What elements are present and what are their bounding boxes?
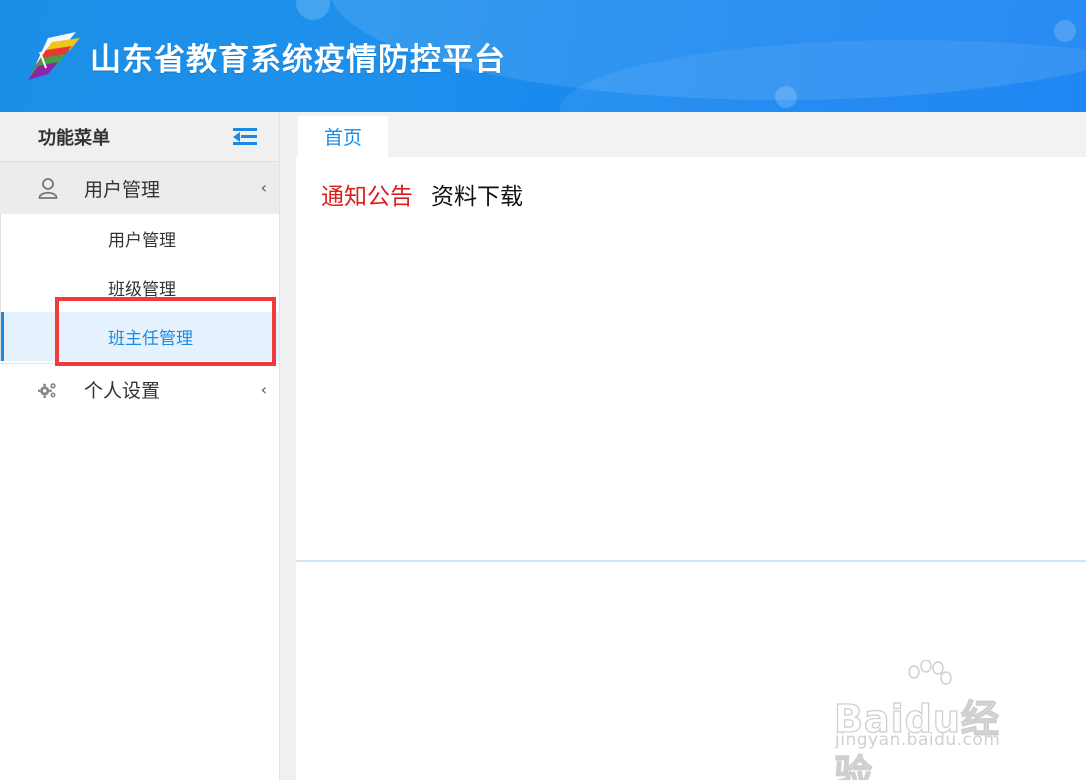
sidebar-item-head-teacher-management[interactable]: 班主任管理 xyxy=(1,312,279,361)
site-title: 山东省教育系统疫情防控平台 xyxy=(90,42,506,78)
sidebar: 功能菜单 用户管理 ‹ 用户管理 班级管理 班主任管理 个人设置 ‹ xyxy=(0,112,280,780)
chevron-left-icon: ‹ xyxy=(260,380,267,399)
menu-title: 功能菜单 xyxy=(38,127,110,149)
sidebar-group-user-management[interactable]: 用户管理 ‹ xyxy=(0,162,279,214)
menu-collapse-icon[interactable] xyxy=(233,127,257,146)
user-icon xyxy=(38,178,58,199)
sidebar-item-user-management[interactable]: 用户管理 xyxy=(1,214,279,263)
logo-icon xyxy=(28,32,80,80)
sidebar-group-label: 用户管理 xyxy=(84,178,161,201)
baidu-watermark: Baidu经验 jingyan.baidu.com xyxy=(830,660,1030,780)
menu-header: 功能菜单 xyxy=(0,112,279,162)
header-bubble-decoration xyxy=(296,0,330,20)
sidebar-group-label: 个人设置 xyxy=(84,380,161,402)
sidebar-group-personal-settings[interactable]: 个人设置 ‹ xyxy=(0,363,279,415)
header-bubble-decoration xyxy=(1054,20,1076,42)
notice-link[interactable]: 通知公告 xyxy=(321,177,413,211)
tab-home[interactable]: 首页 xyxy=(298,116,388,157)
app-header: 山东省教育系统疫情防控平台 xyxy=(0,0,1086,112)
main-content: 通知公告 资料下载 xyxy=(296,157,1086,560)
sidebar-item-class-management[interactable]: 班级管理 xyxy=(1,263,279,312)
header-bubble-decoration xyxy=(775,86,797,108)
gears-icon xyxy=(38,382,56,398)
sidebar-gutter xyxy=(280,112,296,780)
tab-bar: 首页 xyxy=(296,112,1086,157)
submenu-user-management: 用户管理 班级管理 班主任管理 xyxy=(0,214,279,361)
watermark-url: jingyan.baidu.com xyxy=(835,730,1001,750)
download-link[interactable]: 资料下载 xyxy=(431,177,523,211)
chevron-left-icon: ‹ xyxy=(260,178,267,197)
content-links: 通知公告 资料下载 xyxy=(321,177,523,211)
